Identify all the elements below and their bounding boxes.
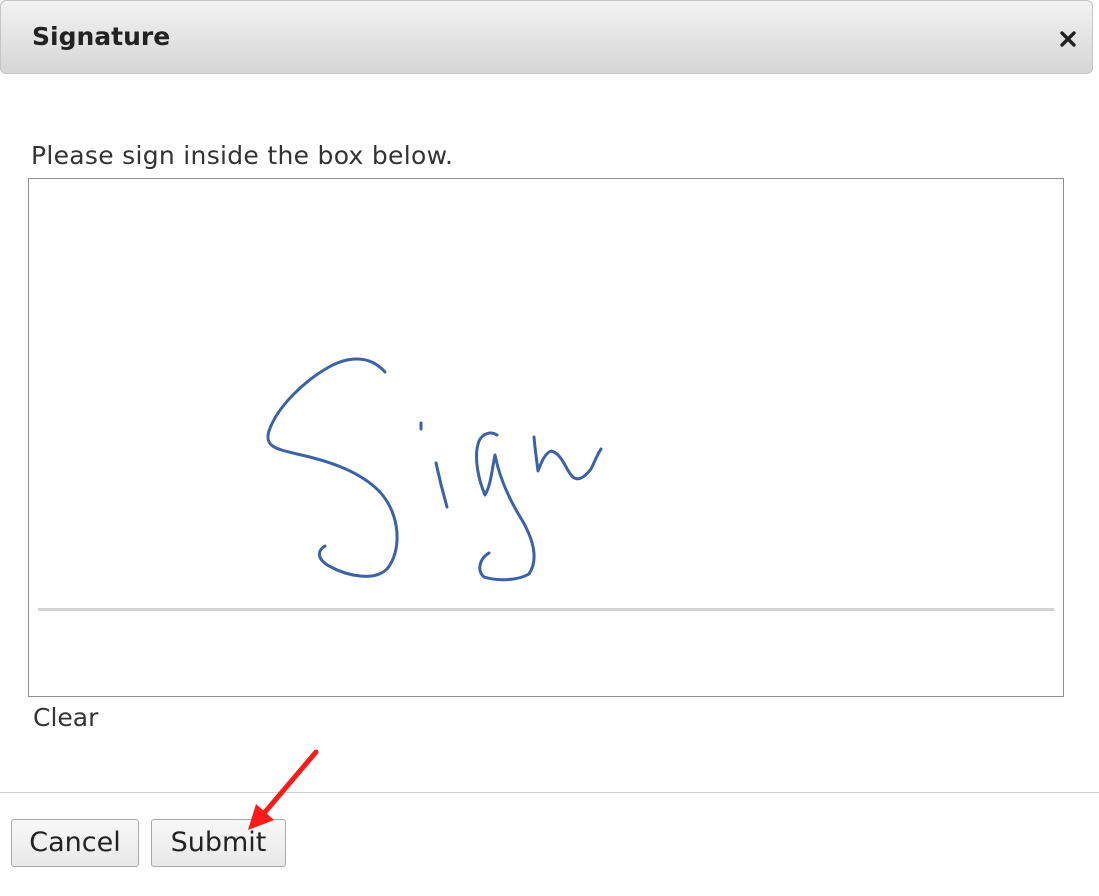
annotation-arrow-icon — [248, 749, 319, 830]
close-icon[interactable] — [1056, 27, 1080, 51]
cancel-button[interactable]: Cancel — [11, 819, 139, 867]
dialog-title: Signature — [32, 22, 171, 51]
signature-pad[interactable] — [28, 178, 1064, 697]
dialog-titlebar[interactable]: Signature — [0, 0, 1093, 74]
sign-instructions: Please sign inside the box below. — [31, 141, 454, 170]
signature-strokes — [266, 357, 603, 582]
footer-divider — [0, 792, 1099, 793]
clear-link[interactable]: Clear — [33, 703, 98, 732]
signature-dialog: Signature Please sign inside the box bel… — [0, 0, 1099, 896]
